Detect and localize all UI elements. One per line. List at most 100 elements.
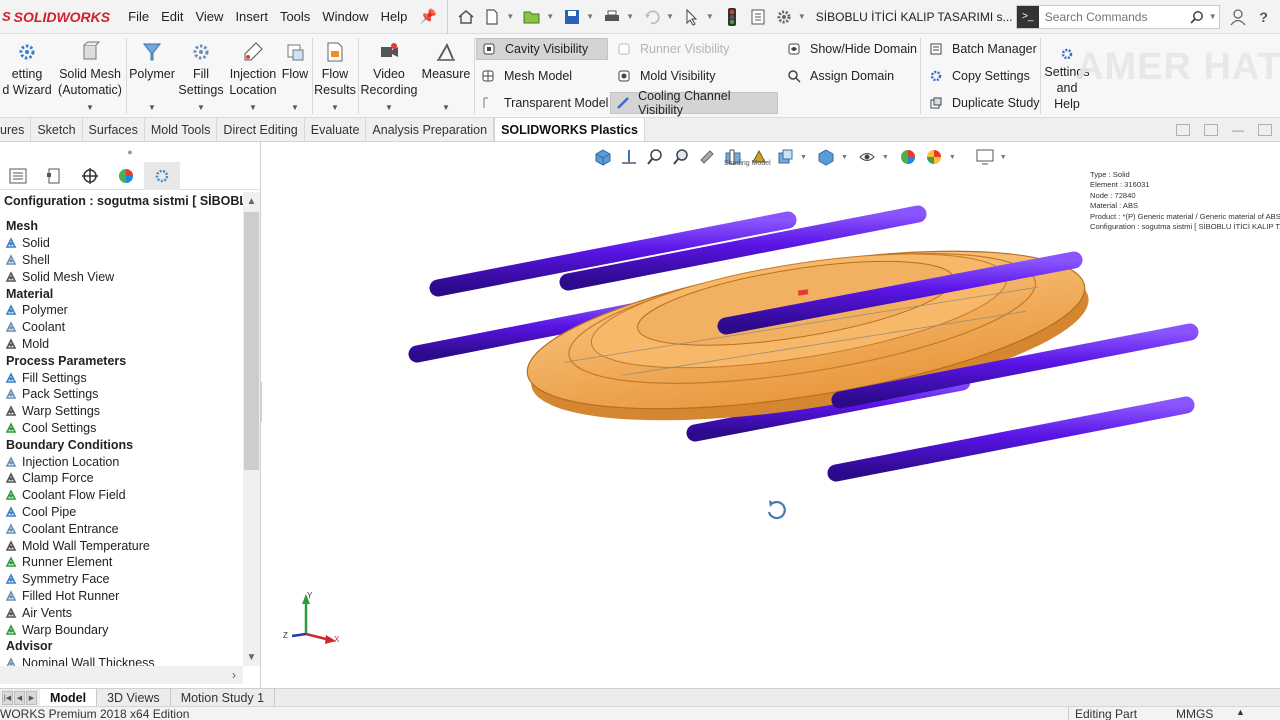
next-tab-icon[interactable]: ▶	[26, 690, 37, 705]
tab-3d-views[interactable]: 3D Views	[97, 689, 171, 706]
mold-visibility-button[interactable]: Mold Visibility	[612, 65, 722, 87]
flow-results-button[interactable]: Flow Results ▼	[314, 36, 356, 116]
tree-group[interactable]: Mesh	[0, 218, 244, 235]
menu-file[interactable]: File	[122, 9, 155, 24]
tab-features[interactable]: ures	[0, 118, 32, 141]
undo-dropdown-icon[interactable]: ▼	[666, 12, 674, 21]
show-hide-domain-button[interactable]: Show/Hide Domain	[782, 38, 923, 60]
new-document-icon[interactable]	[480, 5, 504, 29]
tab-surfaces[interactable]: Surfaces	[83, 118, 145, 141]
tree-item[interactable]: Air Vents	[0, 604, 244, 621]
search-input[interactable]	[1038, 9, 1187, 24]
fill-settings-button[interactable]: Fill Settings ▼	[178, 36, 224, 116]
duplicate-study-button[interactable]: Duplicate Study	[924, 92, 1046, 114]
rebuild-traffic-light-icon[interactable]	[720, 5, 744, 29]
tab-sketch[interactable]: Sketch	[31, 118, 83, 141]
assign-domain-button[interactable]: Assign Domain	[782, 65, 900, 87]
new-dropdown-icon[interactable]: ▼	[506, 12, 514, 21]
mesh-model-button[interactable]: Mesh Model	[476, 65, 578, 87]
tab-model[interactable]: Model	[40, 689, 98, 706]
print-icon[interactable]	[600, 5, 624, 29]
save-icon[interactable]	[560, 5, 584, 29]
tree-item[interactable]: Nominal Wall Thickness	[0, 655, 244, 666]
restore-right-icon[interactable]	[1204, 123, 1218, 136]
tree-item[interactable]: Filled Hot Runner	[0, 588, 244, 605]
tab-solidworks-plastics[interactable]: SOLIDWORKS Plastics	[494, 118, 645, 141]
print-dropdown-icon[interactable]: ▼	[626, 12, 634, 21]
solidworks-logo[interactable]: S SOLIDWORKS	[0, 0, 110, 34]
tree-item[interactable]: Warp Boundary	[0, 621, 244, 638]
search-dropdown-icon[interactable]: ▼	[1209, 12, 1217, 21]
save-dropdown-icon[interactable]: ▼	[586, 12, 594, 21]
display-manager-tab-icon[interactable]	[108, 162, 144, 190]
mold-model-graphics[interactable]	[262, 142, 1280, 688]
user-account-icon[interactable]	[1228, 7, 1248, 27]
menu-help[interactable]: Help	[375, 9, 414, 24]
transparent-model-button[interactable]: Transparent Model	[476, 92, 614, 114]
flow-dropdown-icon[interactable]: ▼	[291, 100, 299, 116]
copy-settings-button[interactable]: Copy Settings	[924, 65, 1036, 87]
menu-insert[interactable]: Insert	[229, 9, 274, 24]
scroll-right-icon[interactable]: ›	[227, 666, 241, 684]
prev-tab-icon[interactable]: ◀	[14, 690, 25, 705]
video-dropdown-icon[interactable]: ▼	[385, 100, 393, 116]
open-dropdown-icon[interactable]: ▼	[546, 12, 554, 21]
home-icon[interactable]	[454, 5, 478, 29]
menu-edit[interactable]: Edit	[155, 9, 189, 24]
tab-direct-editing[interactable]: Direct Editing	[217, 118, 305, 141]
search-icon[interactable]	[1187, 10, 1207, 24]
tree-item[interactable]: Coolant Entrance	[0, 520, 244, 537]
cavity-visibility-button[interactable]: Cavity Visibility	[476, 38, 608, 60]
cooling-channel-visibility-button[interactable]: Cooling Channel Visibility	[610, 89, 778, 117]
solid-mesh-button[interactable]: Solid Mesh (Automatic) ▼	[56, 36, 124, 116]
scroll-thumb[interactable]	[244, 212, 259, 470]
tab-evaluate[interactable]: Evaluate	[305, 118, 367, 141]
file-properties-icon[interactable]	[746, 5, 770, 29]
tree-item[interactable]: Mold	[0, 336, 244, 353]
open-folder-icon[interactable]	[520, 5, 544, 29]
injection-dropdown-icon[interactable]: ▼	[249, 100, 257, 116]
tab-mold-tools[interactable]: Mold Tools	[145, 118, 218, 141]
menu-tools[interactable]: Tools	[274, 9, 316, 24]
graphics-viewport[interactable]: ▼ ▼ ▼ ▼ ▼ Shading Model Type : Solid Elem…	[262, 142, 1280, 688]
tree-group[interactable]: Material	[0, 285, 244, 302]
panel-grip-icon[interactable]: ●	[0, 142, 260, 162]
doc-minimize-icon[interactable]: —	[1232, 123, 1244, 137]
restore-left-icon[interactable]	[1176, 123, 1190, 136]
doc-maximize-icon[interactable]	[1258, 123, 1272, 136]
tree-item[interactable]: Solid Mesh View	[0, 268, 244, 285]
tree-group[interactable]: Boundary Conditions	[0, 436, 244, 453]
solid-mesh-dropdown-icon[interactable]: ▼	[86, 100, 94, 116]
plastics-manager-tab-icon[interactable]	[144, 161, 180, 190]
injection-location-button[interactable]: Injection Location ▼	[226, 36, 280, 116]
tree-item[interactable]: Mold Wall Temperature	[0, 537, 244, 554]
tree-item[interactable]: Coolant Flow Field	[0, 487, 244, 504]
tree-item[interactable]: Solid	[0, 235, 244, 252]
tree-item[interactable]: Coolant	[0, 319, 244, 336]
tree-vertical-scrollbar[interactable]: ▲ ▼	[243, 192, 260, 666]
search-commands-box[interactable]: >_ ▼	[1015, 4, 1220, 29]
undo-icon[interactable]	[640, 5, 664, 29]
fill-settings-dropdown-icon[interactable]: ▼	[197, 100, 205, 116]
tree-item[interactable]: Cool Pipe	[0, 504, 244, 521]
tree-item[interactable]: Injection Location	[0, 453, 244, 470]
select-arrow-icon[interactable]	[680, 5, 704, 29]
feature-tree-tab-icon[interactable]	[0, 162, 36, 190]
setting-wizard-button[interactable]: etting d Wizard	[0, 36, 54, 116]
options-dropdown-icon[interactable]: ▼	[798, 12, 806, 21]
tree-item[interactable]: Polymer	[0, 302, 244, 319]
video-recording-button[interactable]: Video Recording ▼	[360, 36, 418, 116]
tree-item[interactable]: Clamp Force	[0, 470, 244, 487]
tree-item[interactable]: Runner Element	[0, 554, 244, 571]
batch-manager-button[interactable]: Batch Manager	[924, 38, 1043, 60]
tab-analysis-preparation[interactable]: Analysis Preparation	[366, 118, 495, 141]
property-manager-tab-icon[interactable]	[36, 162, 72, 190]
tree-item[interactable]: Cool Settings	[0, 420, 244, 437]
flow-results-dropdown-icon[interactable]: ▼	[331, 100, 339, 116]
tree-item[interactable]: Warp Settings	[0, 403, 244, 420]
first-tab-icon[interactable]: |◀	[2, 690, 13, 705]
pin-icon[interactable]: 📌	[419, 8, 437, 26]
flow-button[interactable]: Flow ▼	[280, 36, 310, 116]
unit-system[interactable]: MMGS	[1176, 707, 1213, 720]
menu-view[interactable]: View	[189, 9, 229, 24]
